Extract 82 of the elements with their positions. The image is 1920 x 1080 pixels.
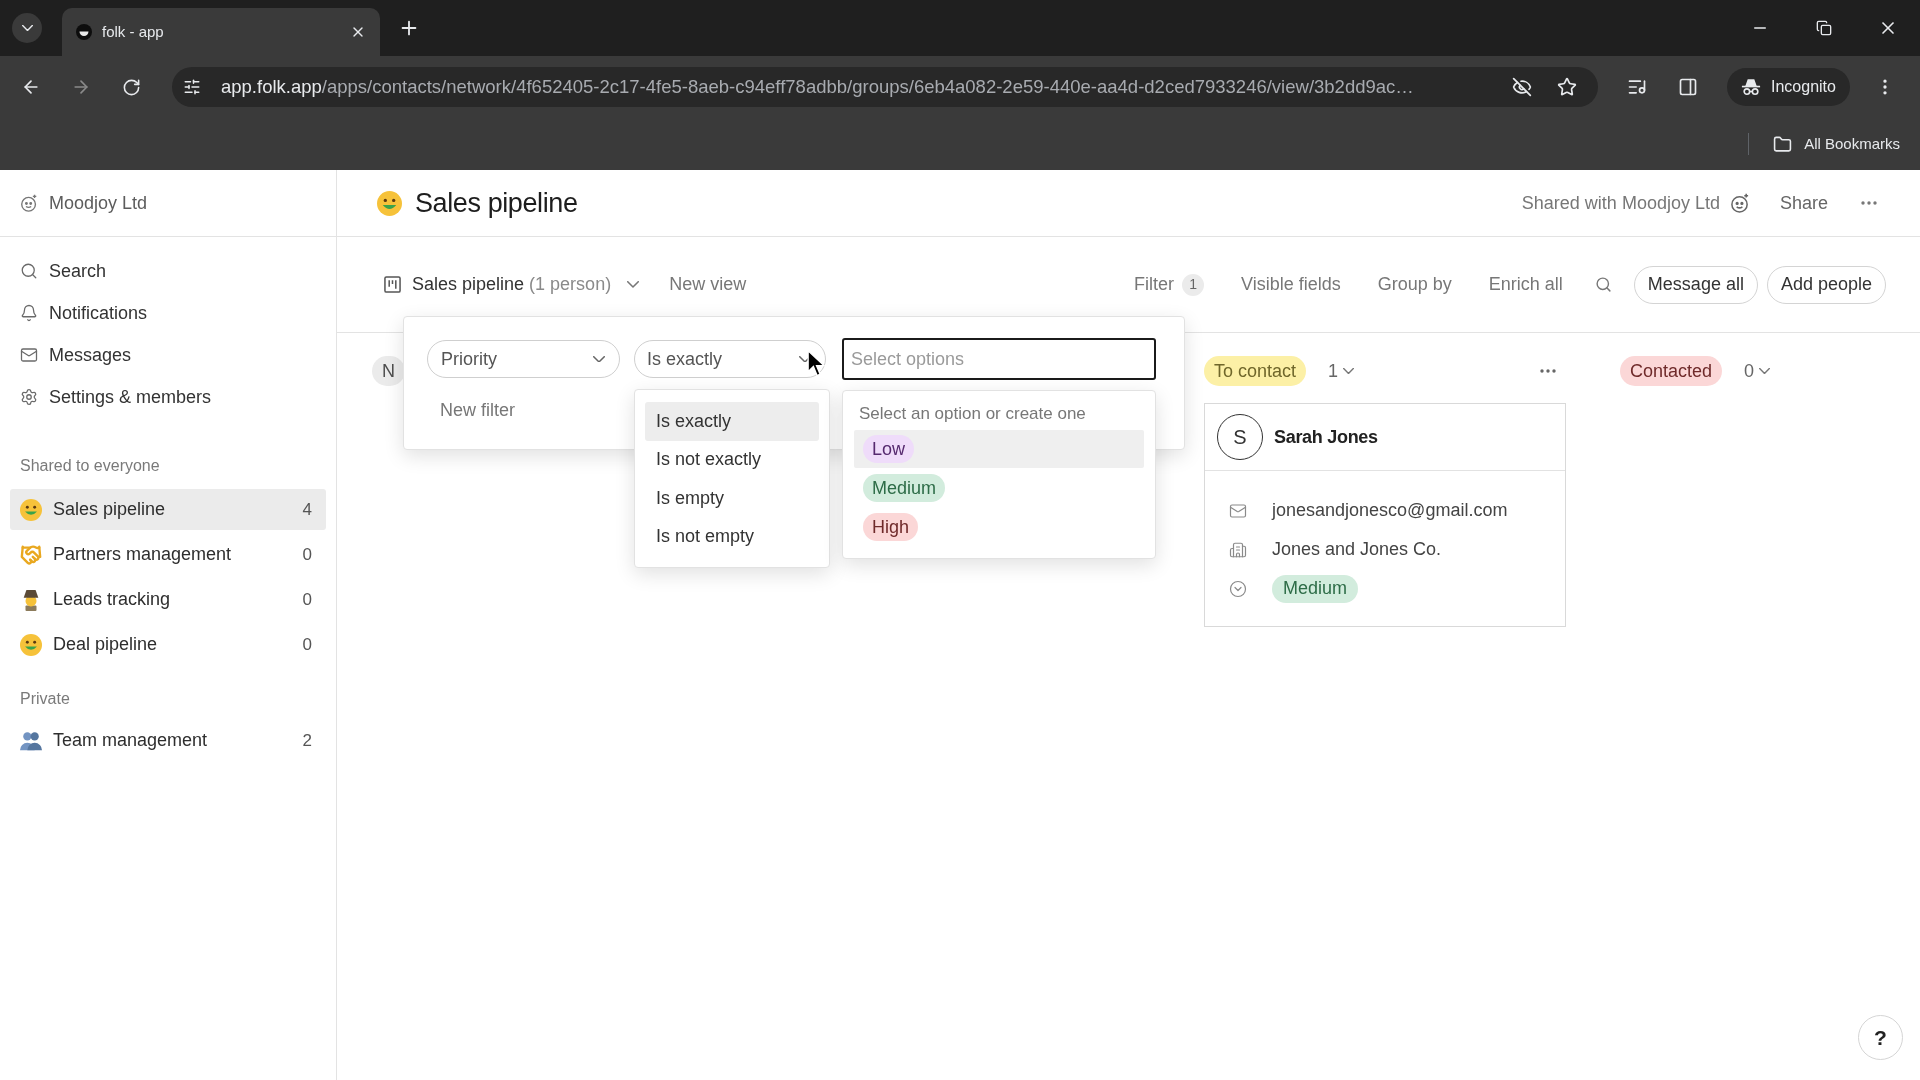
count-text: 2 [302,729,312,752]
toolbar-action[interactable]: Enrich all [1488,271,1563,298]
chevron-down-icon [1759,367,1771,374]
contact-name: Sarah Jones [1274,425,1378,449]
face-logo-icon [20,194,38,212]
menu-item[interactable]: Is exactly [645,402,819,441]
bell-icon [20,304,38,322]
page-title: Sales pipeline [415,186,578,220]
menu-hint: Select an option or create one [859,403,1086,426]
priority-tag: Medium [863,474,946,502]
address-bar[interactable]: app.folk.app/apps/contacts/network/4f652405-2c17-4fe5-8aeb-c94eff78adbb/groups/6eb4a082-2e59-440e-aa4d-d2ced7933246/view/3b2dd9ac… [172,67,1598,107]
count-text: 0 [302,588,312,611]
sidebar-item[interactable]: Sales pipeline 4 [10,489,326,530]
profile-button[interactable]: Incognito [1727,68,1850,106]
nav-item[interactable]: Messages [20,341,132,369]
toolbar-action[interactable]: Group by [1377,271,1452,298]
email-text: jonesandjonesco@gmail.com [1272,499,1508,522]
chevron-down-icon [627,281,640,288]
more-icon[interactable] [1861,201,1877,205]
url-text: app.folk.app/apps/contacts/network/4f652405-2c17-4fe5-8aeb-c94eff78adbb/groups/6eb4a082-2e59-440e-aa4d-d2ced7933246/view/3b2dd9ac… [221,75,1414,100]
chevron-down-icon [593,355,605,363]
restore-icon[interactable] [1816,20,1832,36]
browser-tab[interactable]: folk - app [62,8,380,56]
status-tag: Contacted [1620,356,1723,386]
circle-chevron-icon [1229,579,1247,598]
cursor-icon [807,350,825,377]
reload-icon[interactable] [122,77,141,97]
new-filter-button[interactable]: New filter [440,397,515,424]
help-button[interactable]: ? [1858,1015,1903,1060]
count-badge: 1 [1182,273,1205,296]
option-item[interactable]: Low [854,430,1144,468]
face-icon [377,190,402,216]
settings-icon [20,388,38,406]
chevron-down-icon [21,24,33,31]
count-text: 0 [302,543,312,566]
music-list-icon[interactable] [1627,77,1647,97]
incognito-icon [1741,78,1761,96]
nav-item[interactable]: Settings & members [20,383,212,411]
tab-list-button[interactable] [12,13,42,43]
workspace-button[interactable]: Moodjoy Ltd [20,189,148,217]
status-tag: To contact [1204,356,1307,386]
chevron-down-icon [1343,367,1355,374]
count-text: 4 [302,498,312,521]
handshake-icon [20,543,42,566]
toolbar-action[interactable]: Visible fields [1241,271,1341,298]
eye-off-icon[interactable] [1512,77,1532,97]
filter-button[interactable]: Filter 1 [1134,271,1205,298]
company-text: Jones and Jones Co. [1272,538,1442,561]
section-title: Private [20,689,70,709]
search-icon [20,262,38,280]
priority-tag: Low [863,435,915,463]
star-icon[interactable] [1557,77,1577,97]
mail-icon [20,346,38,364]
sliders-icon[interactable] [183,78,201,96]
count-dropdown[interactable]: 1 [1328,357,1355,385]
status-tag: N [372,356,405,386]
face-icon [20,498,42,521]
face-icon [20,633,42,656]
section-title: Shared to everyone [20,456,160,476]
mail-icon [1229,501,1247,520]
more-icon[interactable] [1540,369,1556,373]
site-logo-icon [76,24,92,40]
bookmarks-folder[interactable]: All Bookmarks [1773,132,1900,156]
face-logo-icon [1729,193,1750,213]
board-icon [384,276,401,293]
new-view-button[interactable]: New view [669,271,747,298]
view-selector[interactable]: Sales pipeline (1 person) [384,271,640,298]
shared-with-button[interactable]: Shared with Moodjoy Ltd [1521,189,1750,217]
building-icon [1229,540,1247,559]
contact-card[interactable]: S Sarah Jones jonesandjonesco@gmail.com Jones and Jones Co. Medium [1204,403,1566,627]
options-input[interactable]: Select options [842,338,1156,380]
count-dropdown[interactable]: 0 [1744,357,1771,385]
nav-item[interactable]: Notifications [20,299,148,327]
share-button[interactable]: Share [1779,189,1828,217]
side-panel-icon[interactable] [1678,77,1698,97]
people-icon [20,729,42,752]
priority-tag: Medium [1272,574,1359,603]
priority-tag: High [863,513,919,541]
nav-item[interactable]: Search [20,257,107,285]
search-icon[interactable] [1594,276,1612,293]
folder-icon [1773,134,1793,154]
count-text: 0 [302,633,312,656]
